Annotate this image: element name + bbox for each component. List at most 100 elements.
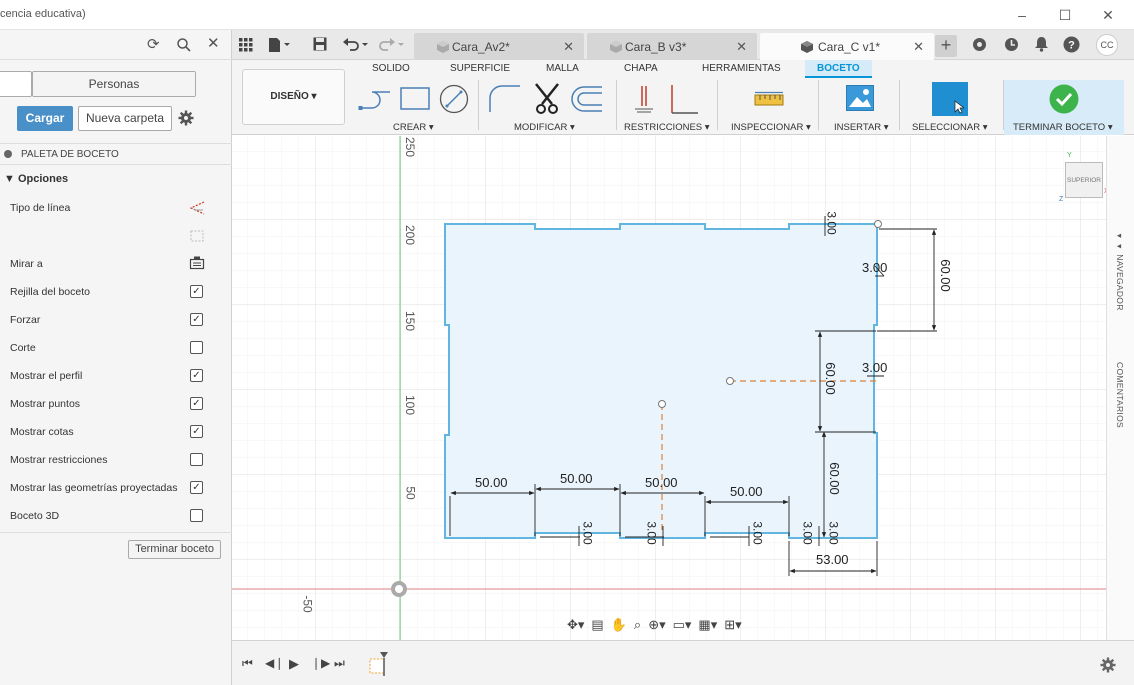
dimension-label[interactable]: 3.00 — [581, 521, 595, 544]
dimension-label[interactable]: 50.00 — [730, 484, 763, 499]
timeline-sketch-icon[interactable] — [368, 651, 390, 677]
zoom-icon[interactable]: ⌕ — [634, 617, 641, 633]
dimension-label[interactable]: 3.00 — [862, 360, 887, 375]
extensions-icon[interactable] — [972, 37, 987, 52]
look-at-icon[interactable] — [189, 256, 205, 270]
timeline-last-icon[interactable]: ⏭ — [334, 656, 345, 671]
workspace-dropdown[interactable]: DISEÑO ▾ — [242, 69, 345, 125]
measure-ruler-icon[interactable] — [754, 91, 784, 107]
dimension-label[interactable]: 60.00 — [823, 362, 838, 395]
ribbon-tab-boceto[interactable]: BOCETO — [805, 60, 872, 78]
slice-checkbox[interactable] — [190, 341, 203, 354]
show-projected-checkbox[interactable]: ✓ — [190, 481, 203, 494]
dimension-label[interactable]: 50.00 — [560, 471, 593, 486]
finish-sketch-button[interactable]: Terminar boceto — [128, 540, 221, 559]
dimension-label[interactable]: 60.00 — [938, 259, 953, 292]
finish-sketch-panel[interactable]: TERMINAR BOCETO ▾ — [1004, 80, 1124, 135]
insert-image-icon[interactable] — [846, 85, 874, 111]
sketch-point[interactable] — [658, 400, 666, 408]
view-cube-face[interactable]: SUPERIOR — [1065, 162, 1103, 198]
show-profile-checkbox[interactable]: ✓ — [190, 369, 203, 382]
ribbon-tab-solido[interactable]: SOLIDO — [372, 63, 410, 74]
pan-hand-icon[interactable]: ✋ — [611, 617, 627, 633]
new-tab-button[interactable]: + — [935, 35, 957, 57]
dimension-label[interactable]: 3.00 — [862, 260, 887, 275]
show-dimensions-checkbox[interactable]: ✓ — [190, 425, 203, 438]
select-tool-button[interactable] — [932, 82, 968, 116]
notifications-icon[interactable] — [1034, 36, 1049, 52]
offset-tool-icon[interactable] — [570, 85, 604, 113]
show-points-checkbox[interactable]: ✓ — [190, 397, 203, 410]
tab-cara-a[interactable]: Cara_Av2* ✕ — [414, 33, 584, 60]
user-avatar[interactable]: CC — [1096, 34, 1118, 56]
perpendicular-constraint-icon[interactable] — [668, 83, 700, 115]
sketch-3d-checkbox[interactable] — [190, 509, 203, 522]
group-seleccionar[interactable]: SELECCIONAR ▾ — [912, 122, 988, 133]
dimension-label[interactable]: 3.00 — [751, 521, 765, 544]
dimension-label[interactable]: 50.00 — [645, 475, 678, 490]
snap-checkbox[interactable]: ✓ — [190, 313, 203, 326]
comments-panel-tab[interactable]: COMENTARIOS — [1115, 362, 1125, 428]
close-tab-icon[interactable]: ✕ — [913, 39, 924, 55]
job-status-icon[interactable] — [1004, 37, 1019, 52]
dimension-label[interactable]: 53.00 — [816, 552, 849, 567]
rectangle-tool-icon[interactable] — [400, 87, 430, 110]
timeline-first-icon[interactable]: ⏮ — [242, 656, 253, 671]
redo-icon[interactable] — [378, 37, 406, 53]
undo-icon[interactable] — [342, 37, 370, 53]
save-icon[interactable] — [313, 37, 327, 51]
tab-empty[interactable] — [0, 71, 32, 97]
zoom-window-icon[interactable]: ⊕▾ — [648, 617, 665, 633]
canvas-drawing[interactable] — [232, 136, 1106, 640]
gear-icon[interactable] — [178, 110, 194, 126]
display-settings-icon[interactable]: ▭▾ — [673, 617, 692, 633]
new-folder-button[interactable]: Nueva carpeta — [78, 106, 172, 131]
refresh-icon[interactable]: ⟳ — [147, 35, 160, 53]
close-icon[interactable]: ✕ — [207, 34, 220, 52]
grid-menu-icon[interactable] — [239, 38, 253, 52]
group-modificar[interactable]: MODIFICAR ▾ — [514, 122, 575, 133]
tab-cara-c[interactable]: Cara_C v1* ✕ — [760, 33, 934, 60]
orbit-icon[interactable]: ✥▾ — [567, 617, 584, 633]
group-crear[interactable]: CREAR ▾ — [393, 122, 434, 133]
tab-cara-b[interactable]: Cara_B v3* ✕ — [587, 33, 757, 60]
group-inspeccionar[interactable]: INSPECCIONAR ▾ — [731, 122, 811, 133]
grid-settings-icon[interactable]: ▦▾ — [698, 617, 717, 633]
timeline-prev-icon[interactable]: ◀❘ — [265, 656, 284, 670]
group-restricciones[interactable]: RESTRICCIONES ▾ — [624, 122, 710, 133]
tab-personas[interactable]: Personas — [32, 71, 196, 97]
trim-scissors-icon[interactable] — [532, 82, 562, 116]
dimension-label[interactable]: 3.00 — [645, 521, 659, 544]
ribbon-tab-superficie[interactable]: SUPERFICIE — [450, 63, 510, 74]
dimension-label[interactable]: 3.00 — [801, 521, 815, 544]
timeline-play-icon[interactable]: ▶ — [289, 656, 299, 672]
sketch-point[interactable] — [874, 220, 882, 228]
show-constraints-checkbox[interactable] — [190, 453, 203, 466]
view-cube[interactable]: SUPERIOR Y X Z — [1059, 152, 1106, 203]
dimension-label[interactable]: 60.00 — [827, 462, 842, 495]
dimension-label[interactable]: 3.00 — [825, 211, 839, 234]
ribbon-tab-malla[interactable]: MALLA — [546, 63, 579, 74]
group-insertar[interactable]: INSERTAR ▾ — [834, 122, 889, 133]
palette-header[interactable]: PALETA DE BOCETO — [0, 143, 232, 165]
file-menu-icon[interactable] — [268, 37, 292, 53]
sketch-canvas[interactable]: 250 200 150 100 50 -50 3.00 3.00 60.00 3… — [232, 136, 1106, 640]
minimize-button[interactable]: – — [1000, 0, 1044, 30]
construction-icon[interactable] — [190, 230, 204, 242]
circle-tool-icon[interactable] — [439, 84, 469, 114]
timeline-next-icon[interactable]: ❘▶ — [311, 656, 330, 670]
group-terminar-boceto[interactable]: TERMINAR BOCETO ▾ — [1013, 122, 1113, 133]
sketch-point[interactable] — [726, 377, 734, 385]
fillet-tool-icon[interactable] — [488, 84, 522, 114]
viewports-icon[interactable]: ⊞▾ — [724, 617, 741, 633]
sketch-grid-checkbox[interactable]: ✓ — [190, 285, 203, 298]
coincident-constraint-icon[interactable] — [633, 84, 655, 114]
maximize-button[interactable]: ☐ — [1043, 0, 1087, 30]
options-header[interactable]: ▼ Opciones — [4, 173, 68, 185]
close-tab-icon[interactable]: ✕ — [736, 39, 747, 55]
close-button[interactable]: ✕ — [1086, 0, 1130, 30]
look-at-icon[interactable]: ▤ — [591, 617, 603, 633]
collapse-icon[interactable] — [4, 150, 12, 158]
close-tab-icon[interactable]: ✕ — [563, 39, 574, 55]
help-icon[interactable]: ? — [1063, 36, 1080, 53]
